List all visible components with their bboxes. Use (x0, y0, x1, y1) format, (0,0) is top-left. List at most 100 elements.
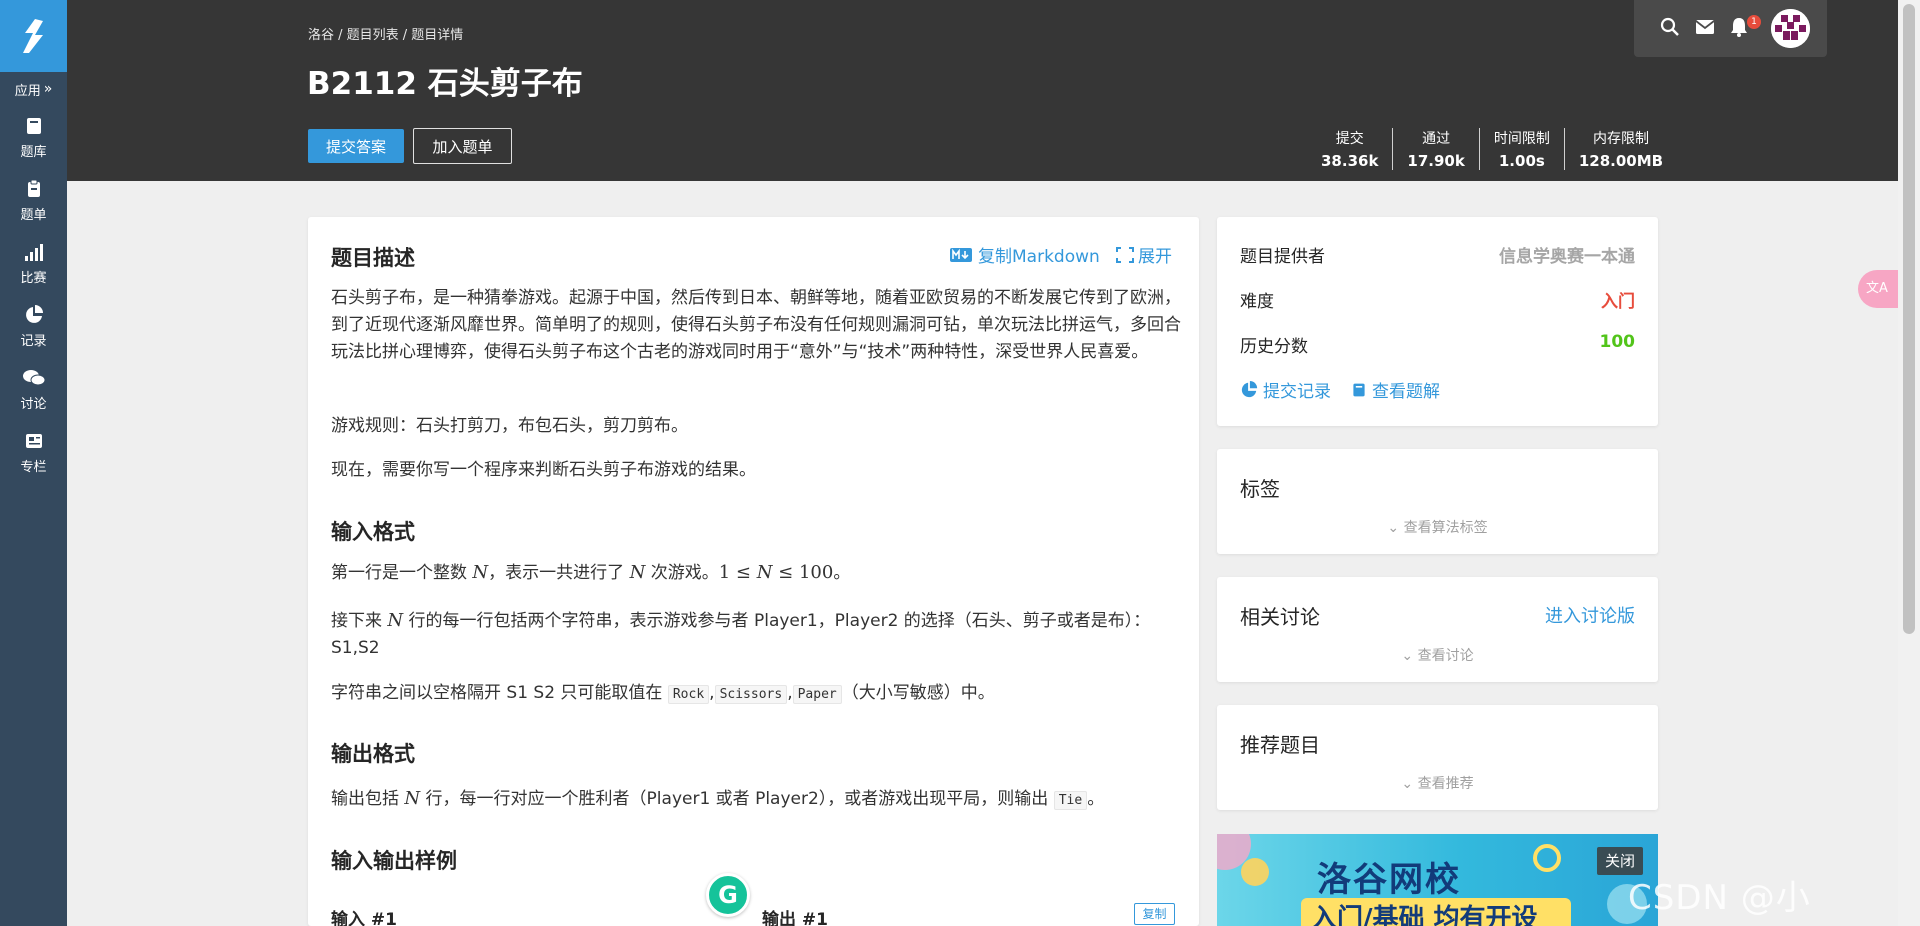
text: 字符串之间以空格隔开 S1 S2 只可能取值在 (331, 683, 668, 703)
output-paragraph: 输出包括 N 行，每一行对应一个胜利者（Player1 或者 Player2），… (331, 785, 1183, 814)
difficulty-row: 难度 入门 (1240, 287, 1635, 312)
problem-stats: 提交 38.36k 通过 17.90k 时间限制 1.00s 内存限制 128.… (1307, 128, 1677, 170)
sample-output-heading: 输出 #1 (762, 910, 828, 926)
input-paragraph-2: 接下来 N 行的每一行包括两个字符串，表示游戏参与者 Player1，Playe… (331, 607, 1183, 662)
sidebar-item-records[interactable]: 记录 (0, 295, 67, 358)
task-paragraph: 现在，需要你写一个程序来判断石头剪子布游戏的结果。 (331, 460, 756, 480)
expand-icon (1116, 246, 1134, 263)
discussion-title: 相关讨论 (1240, 605, 1320, 629)
luogu-logo[interactable] (0, 0, 67, 72)
show-discussion-toggle[interactable]: ⌄ 查看讨论 (1217, 645, 1658, 665)
math-n: N (387, 610, 404, 631)
submit-answer-button[interactable]: 提交答案 (308, 129, 404, 163)
sidebar-item-column[interactable]: 专栏 (0, 421, 67, 484)
stat-value: 17.90k (1407, 152, 1465, 170)
page-scrollbar-thumb[interactable] (1903, 4, 1915, 634)
show-recommend-toggle[interactable]: ⌄ 查看推荐 (1217, 773, 1658, 793)
envelope-icon[interactable] (1695, 19, 1715, 35)
provider-label: 题目提供者 (1240, 247, 1325, 267)
notification-badge: 1 (1747, 15, 1761, 29)
sample-input-heading: 输入 #1 (331, 910, 397, 926)
comments-icon (22, 369, 45, 385)
samples-heading: 输入输出样例 (331, 849, 457, 873)
math-n: N (404, 788, 421, 809)
double-chevron-right-icon: » (43, 81, 53, 97)
stat-value: 38.36k (1321, 152, 1379, 170)
bar-chart-icon (24, 243, 43, 261)
avatar[interactable] (1771, 9, 1810, 48)
bell-icon[interactable] (1730, 17, 1748, 37)
math-n: N (472, 562, 489, 583)
page-title: B2112 石头剪子布 (307, 66, 583, 102)
stat-submissions: 提交 38.36k (1307, 128, 1394, 170)
info-links: 提交记录 查看题解 (1240, 377, 1635, 402)
banner-subtitle: 入门/基础 均有开设 (1301, 898, 1571, 926)
score-row: 历史分数 100 (1240, 332, 1635, 357)
copy-markdown-button[interactable]: 复制Markdown (950, 242, 1100, 267)
search-icon[interactable] (1660, 17, 1680, 37)
book-icon (1353, 383, 1365, 396)
code-paper: Paper (792, 685, 842, 704)
show-recommend-label: 查看推荐 (1417, 776, 1474, 792)
chevron-down-icon: ⌄ (1401, 776, 1414, 792)
apps-menu[interactable]: 应用 » (0, 72, 67, 106)
text: 第一行是一个整数 (331, 563, 473, 583)
sidebar-item-label: 专栏 (20, 459, 47, 475)
newspaper-icon (25, 433, 42, 448)
math-range-start: 1 ≤ (718, 562, 757, 583)
comma: , (787, 683, 793, 703)
math-range-end: ≤ 100 (772, 562, 834, 583)
code-rock: Rock (667, 685, 710, 704)
enter-discussion-link[interactable]: 进入讨论版 (1545, 602, 1635, 628)
stat-accepted: 通过 17.90k (1393, 128, 1480, 170)
problem-content-card: 题目描述 复制Markdown 展开 石头剪子布，是一种猜拳游戏。起源于中国，然… (308, 217, 1199, 926)
recommend-card: 推荐题目 ⌄ 查看推荐 (1217, 705, 1658, 810)
view-solutions-label: 查看题解 (1372, 382, 1440, 402)
text: 。 (1087, 789, 1105, 809)
apps-label: 应用 (14, 83, 41, 99)
discussion-card: 相关讨论 进入讨论版 ⌄ 查看讨论 (1217, 577, 1658, 682)
math-n: N (756, 562, 773, 583)
pie-chart-icon (1241, 380, 1258, 397)
sidebar-item-contests[interactable]: 比赛 (0, 232, 67, 295)
difficulty-value: 入门 (1601, 292, 1635, 312)
sidebar-item-label: 题库 (20, 144, 47, 160)
provider-row: 题目提供者 信息学奥赛一本通 (1240, 242, 1635, 267)
math-n: N (629, 562, 646, 583)
stat-label: 通过 (1422, 131, 1451, 147)
view-solutions-link[interactable]: 查看题解 (1351, 377, 1440, 402)
text: 次游戏。 (645, 563, 719, 583)
stat-memory-limit: 内存限制 128.00MB (1565, 128, 1677, 170)
input-paragraph-1: 第一行是一个整数 N，表示一共进行了 N 次游戏。1 ≤ N ≤ 100。 (331, 559, 1183, 587)
provider-value[interactable]: 信息学奥赛一本通 (1499, 242, 1635, 267)
breadcrumb[interactable]: 洛谷 / 题目列表 / 题目详情 (308, 24, 463, 43)
comma: , (709, 683, 715, 703)
show-tags-toggle[interactable]: ⌄ 查看算法标签 (1217, 517, 1658, 537)
grammarly-icon[interactable]: G (706, 873, 750, 917)
rules-paragraph: 游戏规则：石头打剪刀，布包石头，剪刀剪布。 (331, 416, 688, 436)
identicon-avatar (1771, 9, 1810, 48)
submission-records-link[interactable]: 提交记录 (1240, 377, 1331, 402)
input-paragraph-3: 字符串之间以空格隔开 S1 S2 只可能取值在 Rock, Scissors, Pa… (331, 680, 1183, 708)
input-format-heading: 输入格式 (331, 520, 415, 544)
text: 输出包括 (331, 789, 405, 809)
submission-records-label: 提交记录 (1263, 382, 1331, 402)
tags-card: 标签 ⌄ 查看算法标签 (1217, 449, 1658, 554)
stat-label: 时间限制 (1493, 131, 1550, 147)
banner-title: 洛谷网校 (1317, 860, 1461, 900)
sidebar-item-discuss[interactable]: 讨论 (0, 358, 67, 421)
stat-value: 128.00MB (1578, 152, 1664, 170)
description-heading: 题目描述 (331, 246, 415, 270)
translate-icon[interactable]: 文A (1858, 270, 1898, 308)
sidebar-item-lists[interactable]: 题单 (0, 169, 67, 232)
score-value: 100 (1599, 332, 1636, 352)
text: 。 (833, 563, 851, 583)
sidebar-item-problems[interactable]: 题库 (0, 106, 67, 169)
add-to-list-button[interactable]: 加入题单 (413, 128, 512, 164)
copy-output-button[interactable]: 复制 (1134, 903, 1175, 925)
text: （大小写敏感）中。 (841, 683, 995, 703)
sidebar-item-label: 题单 (20, 207, 47, 223)
expand-button[interactable]: 展开 (1116, 242, 1172, 267)
promo-banner[interactable]: 洛谷网校 入门/基础 均有开设 (1217, 834, 1658, 926)
difficulty-label: 难度 (1240, 292, 1274, 312)
